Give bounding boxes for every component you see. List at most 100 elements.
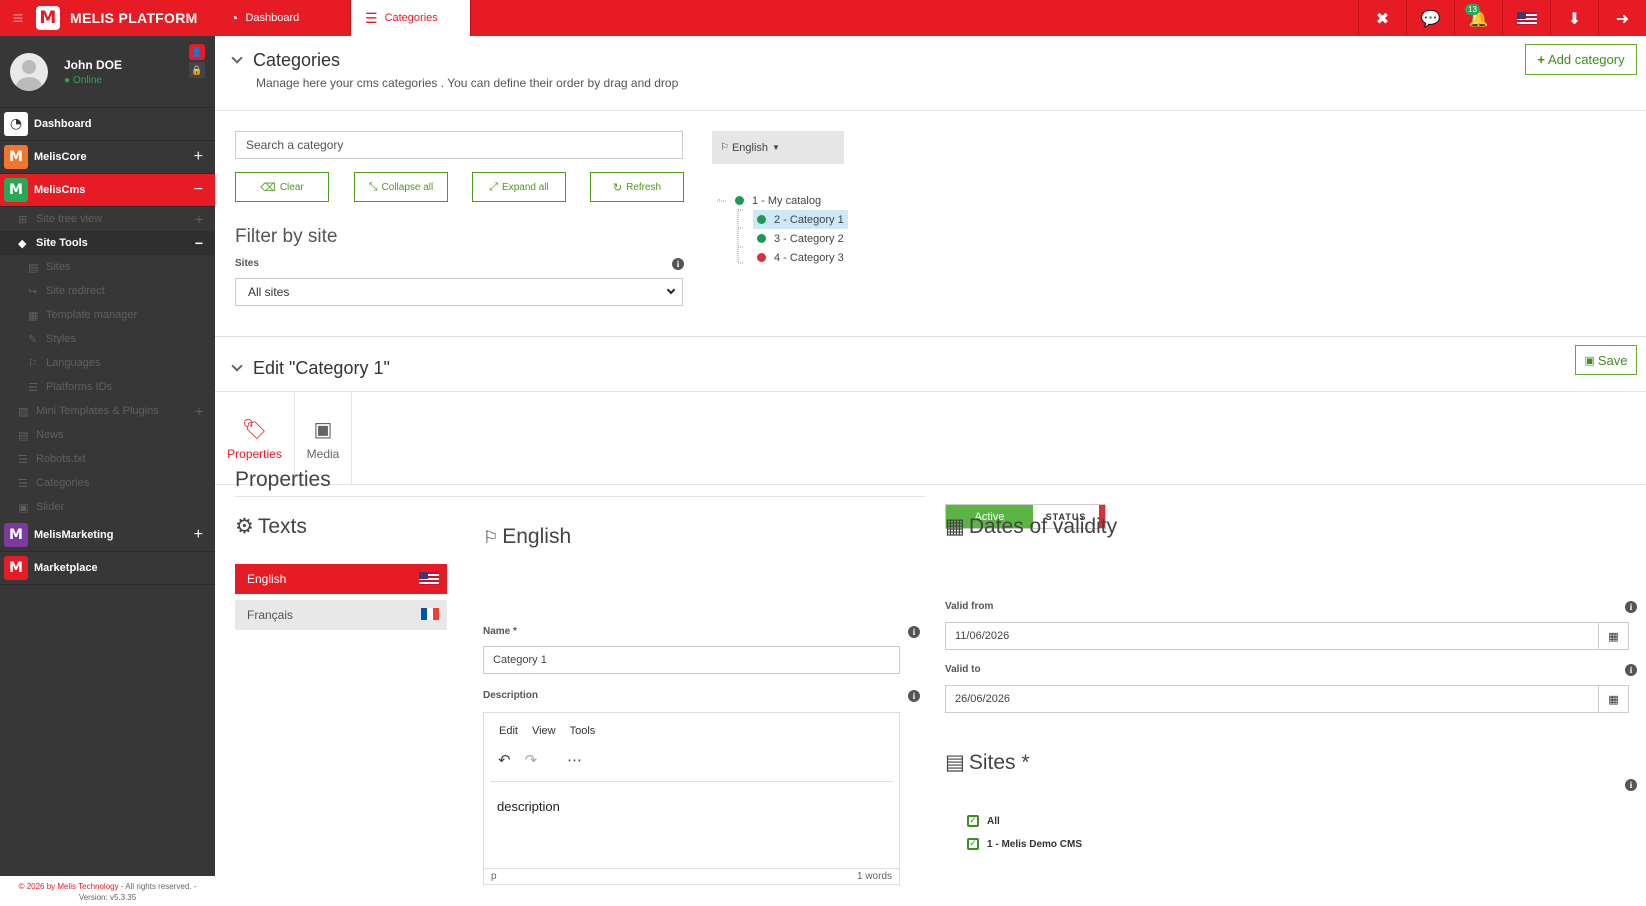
sidebar-item-site-tools[interactable]: ◆ Site Tools − bbox=[0, 231, 215, 255]
lang-english-button[interactable]: English bbox=[235, 564, 447, 594]
site-checkbox-all[interactable]: ✓ All bbox=[967, 815, 1000, 827]
dashboard-icon: ◔ bbox=[230, 10, 239, 26]
collapse-icon[interactable]: − bbox=[194, 181, 203, 199]
sidebar-item-robots[interactable]: ☰ Robots.txt bbox=[0, 447, 215, 471]
sidebar-item-melismarketing[interactable]: M MelisMarketing + bbox=[0, 519, 215, 552]
tree-node-label: 1 - My catalog bbox=[752, 194, 822, 207]
search-input[interactable]: Search a category bbox=[235, 131, 683, 159]
avatar[interactable] bbox=[10, 52, 48, 91]
sidebar-item-platforms-ids[interactable]: ☰ Platforms IDs bbox=[0, 375, 215, 399]
checkbox-label: 1 - Melis Demo CMS bbox=[987, 838, 1083, 850]
description-editor[interactable]: Edit View Tools ↶ ↷ ⋯ description p 1 wo… bbox=[483, 712, 900, 885]
divider bbox=[215, 336, 1646, 337]
page-title: Categories bbox=[231, 50, 340, 71]
sidebar-item-label: Site redirect bbox=[46, 285, 105, 297]
logout-icon[interactable]: ➜ bbox=[1598, 0, 1646, 36]
sidebar-item-languages[interactable]: ⚐ Languages bbox=[0, 351, 215, 375]
tree-node[interactable]: 1 - My catalog bbox=[735, 191, 848, 210]
menu-tools[interactable]: Tools bbox=[570, 725, 596, 737]
redo-icon[interactable]: ↷ bbox=[525, 751, 538, 769]
refresh-button[interactable]: ↻ Refresh bbox=[590, 172, 684, 202]
lock-icon[interactable]: 🔒 bbox=[189, 62, 205, 78]
language-icon: ⚐ bbox=[720, 142, 729, 153]
sidebar-item-template-manager[interactable]: ▦ Template manager bbox=[0, 303, 215, 327]
save-icon: ▣ bbox=[1584, 353, 1595, 367]
info-icon[interactable]: i bbox=[1625, 664, 1637, 676]
lang-french-button[interactable]: Français bbox=[235, 600, 447, 630]
chat-icon[interactable]: 💬 bbox=[1406, 0, 1454, 36]
tree-node[interactable]: 3 - Category 2 bbox=[757, 229, 848, 248]
editor-content[interactable]: description bbox=[497, 799, 560, 814]
top-bar: ≡ M MELIS PLATFORM ◔ Dashboard ☰ Categor… bbox=[0, 0, 1646, 36]
sidebar-item-slider[interactable]: ▣ Slider bbox=[0, 495, 215, 519]
sidebar-item-site-tree-view[interactable]: ⊞ Site tree view + bbox=[0, 207, 215, 231]
language-dropdown[interactable]: ⚐ English ▼ bbox=[712, 131, 844, 164]
sidebar-item-label: Slider bbox=[36, 501, 65, 513]
info-icon[interactable]: i bbox=[908, 690, 920, 702]
sidebar-item-styles[interactable]: ✎ Styles bbox=[0, 327, 215, 351]
editor-menu: Edit View Tools bbox=[499, 725, 595, 737]
close-icon[interactable]: ✖ bbox=[1358, 0, 1406, 36]
tab-categories[interactable]: ☰ Categories bbox=[351, 0, 471, 36]
sidebar-item-label: MelisCms bbox=[34, 184, 86, 196]
user-icon[interactable]: 👤 bbox=[189, 44, 205, 60]
download-icon[interactable]: ⬇ bbox=[1550, 0, 1598, 36]
tree-node-selected[interactable]: 2 - Category 1 bbox=[753, 210, 848, 229]
more-icon[interactable]: ⋯ bbox=[567, 751, 582, 769]
button-label: Expand all bbox=[502, 181, 549, 193]
brand[interactable]: M MELIS PLATFORM bbox=[36, 0, 216, 36]
user-name: John DOE bbox=[64, 57, 123, 72]
description-label: Description bbox=[483, 690, 539, 701]
chevron-down-icon[interactable] bbox=[231, 52, 243, 64]
add-category-button[interactable]: + Add category bbox=[1525, 44, 1637, 75]
sites-select[interactable]: All sites bbox=[235, 278, 683, 306]
name-field[interactable]: Category 1 bbox=[483, 646, 900, 674]
expand-icon[interactable]: + bbox=[194, 148, 203, 166]
info-icon[interactable]: i bbox=[908, 626, 920, 638]
button-label: Refresh bbox=[626, 181, 662, 193]
info-icon[interactable]: i bbox=[672, 258, 684, 270]
expand-all-button[interactable]: ⤢ Expand all bbox=[472, 172, 566, 202]
tab-dashboard[interactable]: ◔ Dashboard bbox=[216, 0, 351, 36]
sidebar-item-mini-templates[interactable]: ▧ Mini Templates & Plugins + bbox=[0, 399, 215, 423]
calendar-icon[interactable]: ▦ bbox=[1599, 622, 1629, 650]
sidebar-item-sites[interactable]: ▤ Sites bbox=[0, 255, 215, 279]
tree-node[interactable]: 4 - Category 3 bbox=[757, 248, 848, 267]
valid-to-field[interactable]: 26/06/2026 bbox=[945, 685, 1599, 713]
valid-from-field[interactable]: 11/06/2026 bbox=[945, 622, 1599, 650]
english-title: ⚐ English bbox=[483, 525, 571, 549]
undo-icon[interactable]: ↶ bbox=[498, 751, 511, 769]
sidebar-item-meliscms[interactable]: M MelisCms − bbox=[0, 174, 215, 207]
sidebar-item-meliscore[interactable]: M MelisCore + bbox=[0, 141, 215, 174]
collapse-all-button[interactable]: ⤡ Collapse all bbox=[354, 172, 448, 202]
list-icon: ☰ bbox=[365, 9, 378, 26]
chevron-down-icon[interactable] bbox=[231, 360, 243, 372]
expand-icon[interactable]: + bbox=[195, 211, 203, 227]
rights: - All rights reserved. - bbox=[118, 882, 197, 891]
us-flag-icon[interactable] bbox=[1502, 0, 1550, 36]
info-icon[interactable]: i bbox=[1625, 601, 1637, 613]
sidebar-item-site-redirect[interactable]: ↪ Site redirect bbox=[0, 279, 215, 303]
calendar-icon[interactable]: ▦ bbox=[1599, 685, 1629, 713]
sidebar-item-marketplace[interactable]: M Marketplace bbox=[0, 552, 215, 585]
brand-name: MELIS PLATFORM bbox=[70, 10, 198, 26]
site-checkbox-melis-demo[interactable]: ✓ 1 - Melis Demo CMS bbox=[967, 838, 1082, 850]
expand-icon[interactable]: + bbox=[195, 403, 203, 419]
sidebar-item-dashboard[interactable]: ◔ Dashboard bbox=[0, 108, 215, 141]
checkbox-label: All bbox=[987, 815, 1000, 827]
section-title-text: Texts bbox=[257, 515, 307, 538]
sidebar-item-news[interactable]: ▤ News bbox=[0, 423, 215, 447]
checkbox-checked-icon: ✓ bbox=[967, 838, 979, 850]
collapse-icon[interactable]: − bbox=[195, 235, 203, 251]
menu-view[interactable]: View bbox=[532, 725, 556, 737]
button-label: Collapse all bbox=[381, 181, 434, 193]
clear-button[interactable]: ⌫ Clear bbox=[235, 172, 329, 202]
sites-title: ▤ Sites * bbox=[945, 750, 1030, 775]
expand-icon[interactable]: + bbox=[194, 526, 203, 544]
save-button[interactable]: ▣ Save bbox=[1575, 345, 1637, 375]
menu-toggle-icon[interactable]: ≡ bbox=[0, 0, 36, 36]
menu-edit[interactable]: Edit bbox=[499, 725, 518, 737]
info-icon[interactable]: i bbox=[1625, 779, 1637, 791]
bell-icon[interactable]: 🔔 13 bbox=[1454, 0, 1502, 36]
sidebar-item-categories[interactable]: ☰ Categories bbox=[0, 471, 215, 495]
